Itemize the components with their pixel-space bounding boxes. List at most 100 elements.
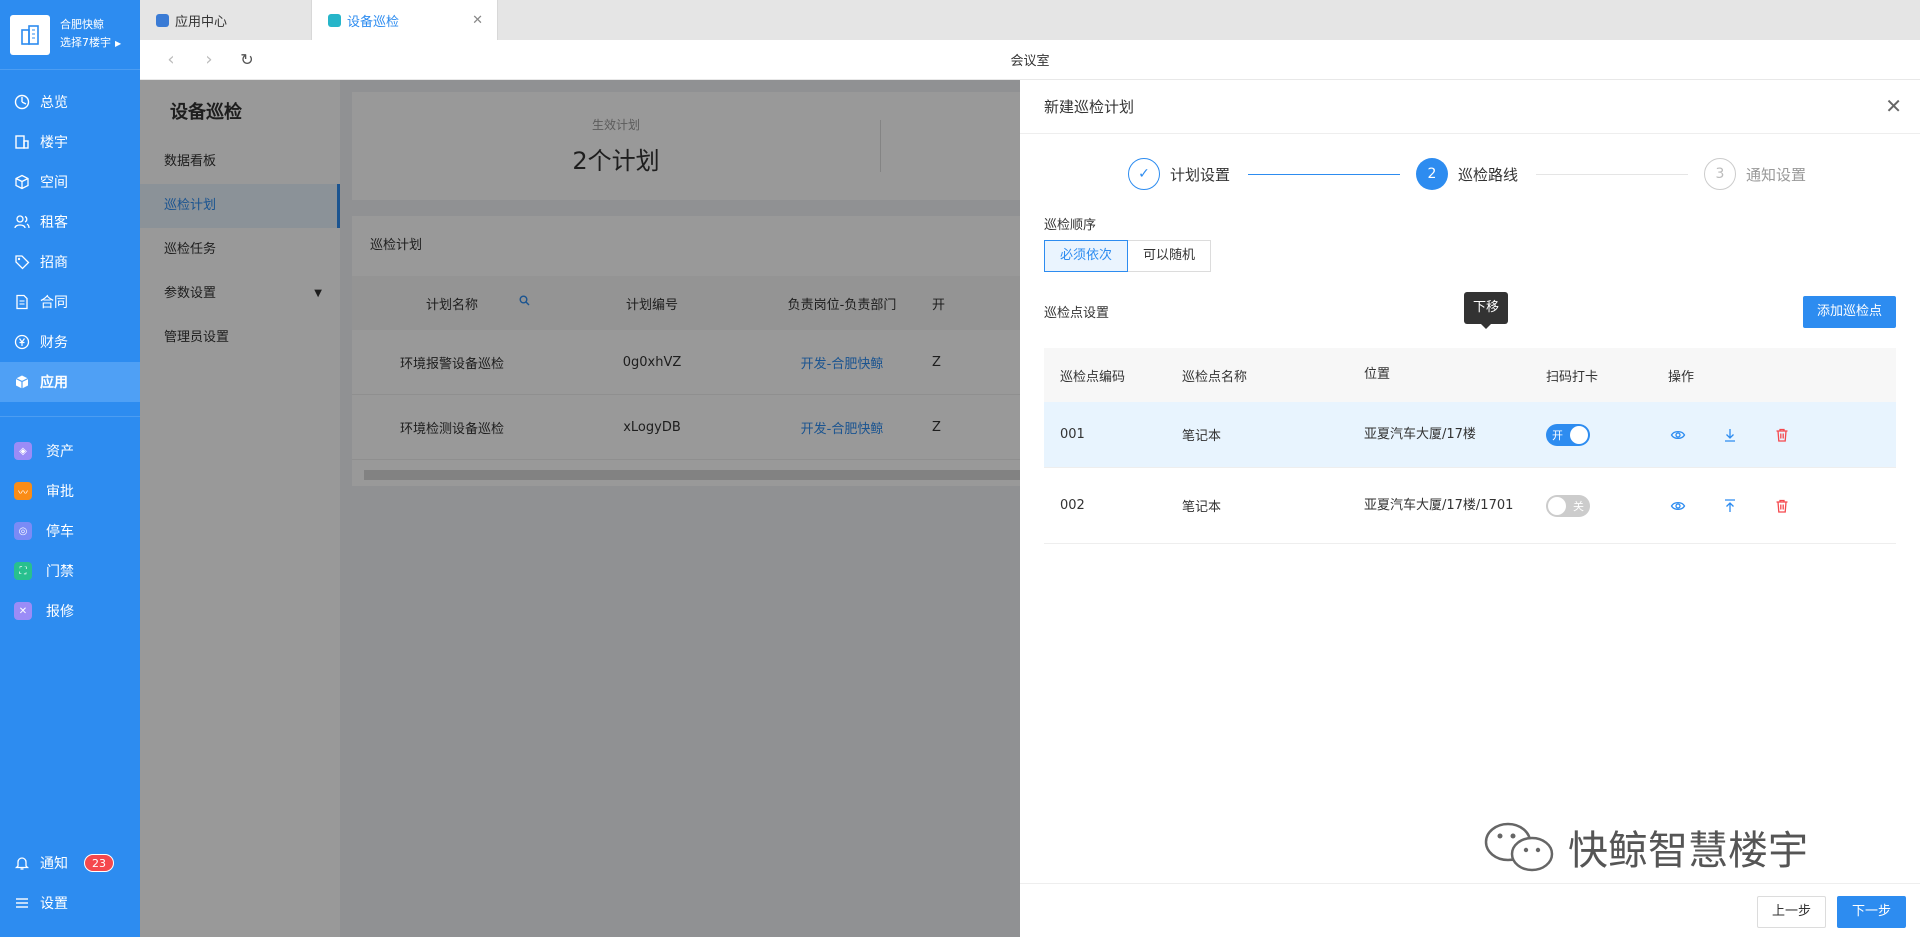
step-connector — [1536, 174, 1688, 175]
order-random-option[interactable]: 可以随机 — [1128, 240, 1212, 272]
delete-icon[interactable] — [1756, 498, 1808, 514]
nav-label: 设置 — [40, 896, 68, 912]
tab-app-center[interactable]: 应用中心 — [140, 0, 312, 40]
left-nav: 合肥快鲸 选择7楼宇 ▶ 总览 楼宇 空间 租客 招商 合同 财务 应用 ◈ 资产 … — [0, 0, 140, 937]
table-row[interactable]: 001 笔记本 亚夏汽车大厦/17楼 开 — [1044, 402, 1896, 468]
yen-coin-icon — [14, 334, 30, 350]
eye-icon[interactable] — [1652, 498, 1704, 514]
previous-step-button[interactable]: 上一步 — [1756, 896, 1826, 928]
tag-icon — [14, 254, 30, 270]
step-label: 计划设置 — [1170, 165, 1231, 184]
step-connector — [1248, 174, 1400, 175]
tab-label: 应用中心 — [175, 14, 228, 30]
tab-label: 设备巡检 — [347, 14, 400, 30]
back-icon[interactable]: ‹ — [152, 49, 190, 70]
scan-checkin-toggle[interactable]: 开 — [1546, 423, 1590, 446]
drawer-footer: 上一步 下一步 — [1020, 883, 1920, 937]
nav-label: 应用 — [40, 375, 68, 391]
move-down-icon[interactable] — [1704, 427, 1756, 443]
nav-app-assets[interactable]: ◈ 资产 — [0, 431, 140, 471]
nav-building[interactable]: 楼宇 — [0, 122, 140, 162]
building-icon — [14, 134, 30, 150]
modal-mask[interactable] — [140, 80, 1020, 937]
forward-icon[interactable]: › — [190, 49, 228, 70]
move-to-top-icon[interactable] — [1704, 498, 1756, 514]
point-code: 002 — [1060, 498, 1085, 513]
nav-app-approval[interactable]: 〰审批 — [0, 471, 140, 511]
nav-label: 空间 — [40, 175, 68, 191]
nav-label: 楼宇 — [40, 135, 68, 151]
nav-label: 租客 — [40, 215, 68, 231]
point-code: 001 — [1060, 427, 1085, 442]
inspection-icon — [328, 13, 341, 27]
step-label: 巡检路线 — [1458, 165, 1519, 184]
close-icon[interactable]: ✕ — [1885, 94, 1902, 118]
nav-notifications[interactable]: 通知 23 — [0, 843, 140, 883]
wechat-icon — [1482, 820, 1556, 874]
nav-label: 财务 — [40, 335, 68, 351]
building-logo-icon — [10, 14, 50, 55]
nav-app-parking[interactable]: ◎ 停车 — [0, 511, 140, 551]
brand-switcher[interactable]: 合肥快鲸 选择7楼宇 ▶ — [0, 0, 140, 70]
order-radio-group: 必须依次 可以随机 — [1044, 240, 1212, 272]
document-icon — [14, 294, 30, 310]
table-row[interactable]: 002 笔记本 亚夏汽车大厦/17楼/1701 关 — [1044, 468, 1896, 544]
eye-icon[interactable] — [1652, 427, 1704, 443]
building-name: 选择7楼宇 — [60, 36, 111, 49]
steps: ✓ 计划设置 2 巡检路线 3 通知设置 — [1020, 134, 1920, 214]
notification-count-badge: 23 — [84, 854, 114, 872]
add-point-button[interactable]: 添加巡检点 — [1802, 296, 1896, 328]
close-tab-icon[interactable]: ✕ — [472, 13, 483, 28]
point-name: 笔记本 — [1182, 429, 1222, 444]
nav-label: 总览 — [40, 95, 68, 111]
nav-contract[interactable]: 合同 — [0, 282, 140, 322]
access-control-icon: ⛶ — [14, 562, 32, 580]
delete-icon[interactable] — [1756, 427, 1808, 443]
column-header: 扫码打卡 — [1546, 369, 1599, 385]
step-number: 2 — [1416, 158, 1448, 190]
table-header: 巡检点编码 巡检点名称 位置 扫码打卡 操作 — [1044, 348, 1896, 402]
nav-apps[interactable]: 应用 — [0, 362, 140, 402]
nav-settings[interactable]: 设置 — [0, 883, 140, 923]
order-sequential-option[interactable]: 必须依次 — [1044, 240, 1129, 272]
nav-label: 停车 — [46, 524, 74, 540]
reload-icon[interactable]: ↻ — [228, 50, 266, 69]
step-notification-settings[interactable]: 3 通知设置 — [1704, 158, 1806, 190]
nav-finance[interactable]: 财务 — [0, 322, 140, 362]
nav-label: 通知 — [40, 856, 68, 872]
points-table: 巡检点编码 巡检点名称 位置 扫码打卡 操作 001 笔记本 亚夏汽车大厦/17… — [1044, 348, 1896, 544]
repair-icon: ✕ — [14, 602, 32, 620]
nav-overview[interactable]: 总览 — [0, 82, 140, 122]
approval-icon: 〰 — [14, 482, 32, 500]
step-plan-settings[interactable]: ✓ 计划设置 — [1128, 158, 1230, 190]
move-down-tooltip: 下移 — [1464, 292, 1509, 329]
nav-space[interactable]: 空间 — [0, 162, 140, 202]
nav-label: 合同 — [40, 295, 68, 311]
toggle-text: 关 — [1573, 499, 1584, 513]
bell-icon — [14, 855, 30, 871]
tab-bar: 应用中心 设备巡检 ✕ — [140, 0, 1920, 40]
scan-checkin-toggle[interactable]: 关 — [1546, 494, 1590, 517]
nav-label: 招商 — [40, 255, 68, 271]
nav-tenant[interactable]: 租客 — [0, 202, 140, 242]
point-name: 笔记本 — [1182, 500, 1222, 515]
nav-app-access[interactable]: ⛶ 门禁 — [0, 551, 140, 591]
users-icon — [14, 214, 30, 230]
step-inspection-route[interactable]: 2 巡检路线 — [1416, 158, 1518, 190]
nav-leasing[interactable]: 招商 — [0, 242, 140, 282]
cube-icon — [14, 174, 30, 190]
box-icon — [14, 374, 30, 390]
step-number: 3 — [1704, 158, 1736, 190]
column-header: 操作 — [1668, 369, 1695, 385]
nav-label: 资产 — [46, 444, 74, 460]
points-label: 巡检点设置 — [1044, 306, 1110, 321]
caret-right-icon: ▶ — [115, 39, 122, 48]
toggle-text: 开 — [1552, 428, 1563, 442]
nav-label: 审批 — [46, 484, 74, 500]
watermark: 快鲸智慧楼宇 — [1482, 818, 1808, 876]
watermark-text: 快鲸智慧楼宇 — [1568, 828, 1808, 874]
nav-app-repair[interactable]: ✕ 报修 — [0, 591, 140, 631]
tab-equipment-inspection[interactable]: 设备巡检 ✕ — [312, 0, 498, 40]
next-step-button[interactable]: 下一步 — [1836, 896, 1906, 928]
order-label: 巡检顺序 — [1044, 218, 1097, 233]
